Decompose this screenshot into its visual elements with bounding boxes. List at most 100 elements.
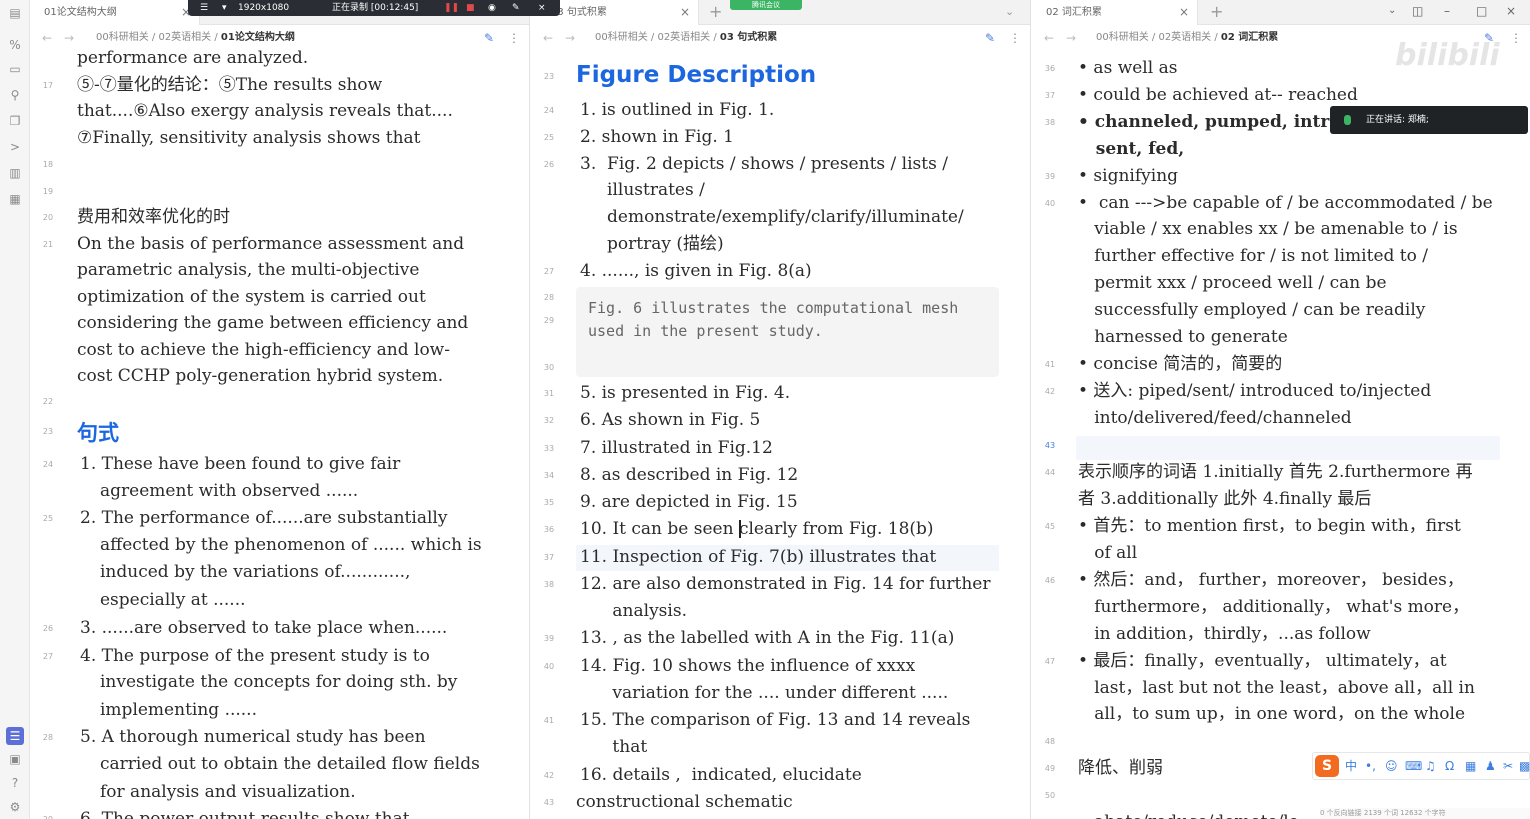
list-item-continued[interactable]: induced by the variations of............… (100, 559, 410, 586)
list-item[interactable]: constructional schematic (576, 789, 793, 816)
outline-icon[interactable]: ☰ (6, 727, 24, 745)
voice-icon[interactable]: ♫ (1425, 753, 1436, 779)
pause-icon[interactable]: ❚❚ (444, 0, 459, 16)
list-item[interactable]: • 首先：to mention first，to begin with，firs… (1078, 513, 1461, 540)
close-icon[interactable]: × (538, 0, 546, 16)
graph-icon[interactable]: ⚲ (6, 86, 24, 104)
list-item-continued[interactable]: for analysis and visualization. (100, 779, 356, 806)
tab-outline[interactable]: 01论文结构大纲 × (30, 0, 200, 25)
list-item-continued[interactable]: especially at ...... (100, 587, 246, 614)
list-item[interactable]: analysis. (580, 598, 687, 625)
camera-icon[interactable]: ◉ (488, 0, 496, 16)
list-item[interactable]: 13. , as the labelled with A in the Fig.… (580, 625, 954, 652)
section-heading[interactable]: 句式 (77, 417, 119, 447)
list-item[interactable]: variation for the .... under different .… (580, 680, 948, 707)
text-line[interactable]: cost CCHP poly-generation hybrid system. (77, 363, 443, 390)
editor-content[interactable]: 36 • as well as 37 • could be achieved at--… (1032, 51, 1530, 819)
list-item[interactable]: 表示顺序的词语 1.initially 首先 2.furthermore 再 (1078, 459, 1473, 486)
percent-icon[interactable]: % (6, 36, 24, 54)
list-item[interactable]: 者 3.additionally 此外 4.finally 最后 (1078, 486, 1371, 513)
tab-vocabulary[interactable]: 02 词汇积累 × (1032, 0, 1198, 25)
editor-content[interactable]: 23 Figure Description 24 1. is outlined in … (531, 51, 1030, 819)
list-item[interactable]: 7. illustrated in Fig.12 (580, 435, 773, 462)
text-line[interactable]: 费用和效率优化的时 (77, 204, 230, 231)
list-item[interactable]: 6. As shown in Fig. 5 (580, 407, 760, 434)
file-icon[interactable]: ▭ (6, 60, 24, 78)
list-item[interactable]: viable / xx enables xx / be amenable to … (1078, 216, 1457, 243)
text-line[interactable]: performance are analyzed. (77, 45, 308, 72)
list-item[interactable]: illustrates / (580, 177, 705, 204)
terminal-icon[interactable]: > (6, 138, 24, 156)
grid-icon[interactable]: ▦ (1465, 753, 1476, 779)
text-line[interactable]: parametric analysis, the multi-objective (77, 257, 419, 284)
punctuation-icon[interactable]: •, (1365, 753, 1376, 779)
list-item[interactable]: 3. Fig. 2 depicts / shows / presents / l… (580, 151, 948, 178)
list-item-continued[interactable]: affected by the phenomenon of ...... whi… (100, 532, 482, 559)
copy-icon[interactable]: ❐ (6, 112, 24, 130)
list-item[interactable]: • as well as (1078, 55, 1177, 82)
editor-content[interactable]: performance are analyzed. 17 ⑤-⑦量化的结论：⑤The… (30, 48, 529, 819)
list-item-continued[interactable]: agreement with observed ...... (100, 478, 358, 505)
minimize-icon[interactable]: – (1444, 0, 1450, 22)
keyboard-icon[interactable]: ⌨ (1405, 753, 1422, 779)
new-tab-icon[interactable]: + (709, 0, 722, 24)
emoji-icon[interactable]: ☺ (1385, 753, 1398, 779)
bookmark-icon[interactable]: ▥ (6, 164, 24, 182)
list-item[interactable]: that (580, 734, 647, 761)
back-icon[interactable]: ← (543, 25, 553, 51)
list-item[interactable]: 11. Inspection of Fig. 7(b) illustrates … (580, 544, 936, 571)
list-item[interactable]: • 送入: piped/sent/ introduced to/injected (1078, 378, 1431, 405)
forward-icon[interactable]: → (565, 25, 575, 51)
ime-toolbar[interactable]: S 中 •, ☺ ⌨ ♫ Ω ▦ ♟ ✂ ▩ (1312, 752, 1530, 780)
list-item[interactable]: 15. The comparison of Fig. 13 and 14 rev… (580, 707, 970, 734)
list-item[interactable]: 10. It can be seen clearly from Fig. 18(… (580, 516, 934, 543)
calendar-icon[interactable]: ▦ (6, 190, 24, 208)
list-item[interactable]: 16. details , indicated, elucidate (580, 762, 862, 789)
edit-icon[interactable]: ✎ (985, 25, 995, 51)
text-line[interactable]: ⑤-⑦量化的结论：⑤The results show (77, 72, 382, 99)
back-icon[interactable]: ← (1044, 25, 1054, 51)
list-item[interactable]: • 最后：finally，eventually， ultimately，at (1078, 648, 1447, 675)
list-item[interactable]: 14. Fig. 10 shows the influence of xxxx (580, 653, 915, 680)
split-icon[interactable]: ◫ (1412, 0, 1423, 22)
list-item[interactable]: harnessed to generate (1078, 324, 1288, 351)
user-icon[interactable]: ♟ (1485, 753, 1496, 779)
chevron-down-icon[interactable]: ⌄ (1388, 0, 1396, 22)
forward-icon[interactable]: → (1066, 25, 1076, 51)
list-item[interactable]: 8. as described in Fig. 12 (580, 462, 798, 489)
list-item-continued[interactable]: implementing ...... (100, 697, 257, 724)
menu-icon[interactable]: ☰ (200, 0, 208, 16)
list-item[interactable]: further effective for / is not limited t… (1078, 243, 1428, 270)
list-item[interactable]: abate/reduce/demote/lo... (1078, 809, 1315, 819)
list-item[interactable]: 12. are also demonstrated in Fig. 14 for… (580, 571, 990, 598)
text-line[interactable]: On the basis of performance assessment a… (77, 231, 464, 258)
list-item[interactable]: demonstrate/exemplify/clarify/illuminate… (580, 204, 964, 231)
list-item[interactable]: • can --->be capable of / be accommodate… (1078, 190, 1493, 217)
list-item[interactable]: 1. is outlined in Fig. 1. (580, 97, 774, 124)
list-item[interactable]: • concise 简洁的，简要的 (1078, 351, 1282, 378)
more-icon[interactable]: ⋮ (508, 25, 520, 51)
stop-icon[interactable]: ■ (466, 0, 475, 16)
meeting-badge[interactable]: 腾讯会议 (730, 0, 802, 10)
more-icon[interactable]: ⋮ (1009, 25, 1021, 51)
new-tab-icon[interactable]: + (1210, 0, 1223, 24)
list-item[interactable]: • could be achieved at-- reached (1078, 82, 1358, 109)
maximize-icon[interactable]: □ (1476, 0, 1487, 22)
archive-icon[interactable]: ▣ (6, 750, 24, 768)
list-item[interactable]: 4. ......, is given in Fig. 8(a) (580, 258, 812, 285)
headset-icon[interactable]: Ω (1445, 753, 1454, 779)
chevron-down-icon[interactable]: ⌄ (1005, 0, 1014, 24)
text-line[interactable]: that....⑥Also exergy analysis reveals th… (77, 98, 453, 125)
list-item[interactable]: • channeled, pumped, intro (1078, 109, 1341, 136)
list-item[interactable]: 5. A thorough numerical study has been (80, 724, 426, 751)
list-item-continued[interactable]: carried out to obtain the detailed flow … (100, 751, 480, 778)
text-line[interactable]: considering the game between efficiency … (77, 310, 468, 337)
list-item[interactable]: 6. The power output results show that (80, 806, 410, 819)
sidebar-toggle-icon[interactable]: ▤ (6, 4, 24, 22)
edit-icon[interactable]: ✎ (484, 25, 494, 51)
list-item[interactable]: 3. ......are observed to take place when… (80, 615, 447, 642)
forward-icon[interactable]: → (64, 25, 74, 51)
list-item[interactable]: 4. The purpose of the present study is t… (80, 643, 430, 670)
list-item[interactable]: permit xxx / proceed well / can be (1078, 270, 1386, 297)
list-item[interactable]: 降低、削弱 (1078, 755, 1163, 782)
